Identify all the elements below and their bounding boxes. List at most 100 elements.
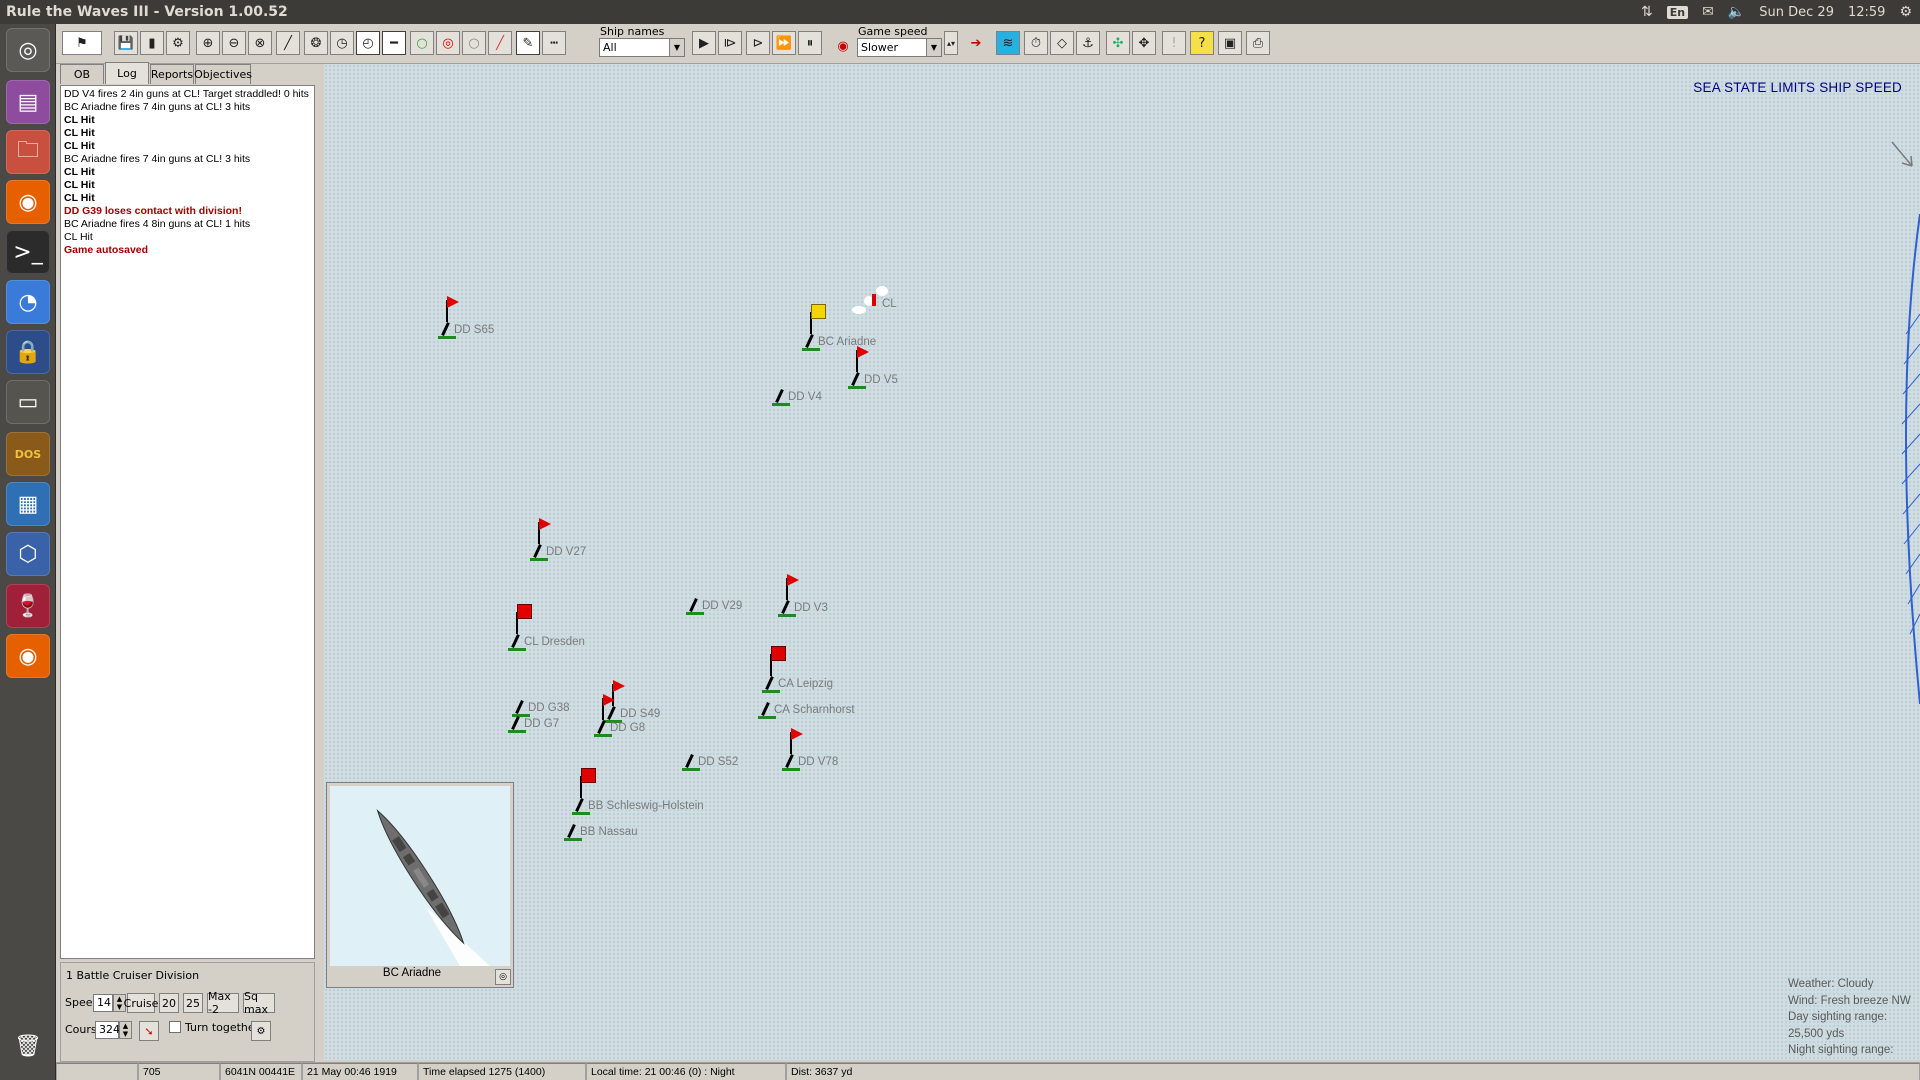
speed-input[interactable]: 14 [93, 994, 113, 1012]
formation-icon[interactable]: ✣ [1106, 31, 1130, 55]
dosbox-icon[interactable]: DOS [6, 432, 50, 476]
app-launcher-purple-icon[interactable]: ▤ [6, 80, 50, 124]
window-app-icon[interactable]: ▭ [6, 380, 50, 424]
anchor-icon[interactable]: ⚓ [1076, 31, 1100, 55]
report-icon[interactable]: ▣ [1218, 31, 1242, 55]
log-line: CL Hit [64, 166, 95, 178]
lock-icon[interactable]: 🔒 [6, 330, 50, 374]
weather-day-range: Day sighting range: 25,500 yds [1788, 1011, 1888, 1040]
battle-log[interactable]: DD V4 fires 2 4in guns at CL! Target str… [60, 85, 315, 959]
weather-night-range: Night sighting range: 4,000 yds [1788, 1044, 1894, 1056]
time-icon[interactable]: ◴ [356, 31, 380, 55]
green-circle-icon[interactable]: ○ [410, 31, 434, 55]
keyboard-language-indicator[interactable]: En [1666, 5, 1689, 19]
tab-objectives[interactable]: Objectives [194, 64, 252, 84]
weather-wind: Wind: Fresh breeze NW [1788, 994, 1911, 1007]
fast-forward-icon[interactable]: ⏩ [772, 31, 796, 55]
measure-icon[interactable]: ╱ [276, 31, 300, 55]
ship-icon [685, 754, 694, 768]
ship-wake [508, 648, 526, 651]
pointer-arrow-icon[interactable]: ➘ [139, 1021, 159, 1041]
ship-label: DD V29 [702, 600, 743, 612]
terminal-icon[interactable]: >_ [6, 230, 50, 274]
network-icon[interactable]: ⇅ [1641, 4, 1653, 20]
mail-icon[interactable]: ✉ [1702, 4, 1714, 20]
tab-ob[interactable]: OB [60, 64, 104, 84]
nation-flag-icon[interactable]: ⚑ [62, 31, 102, 55]
tab-log[interactable]: Log [105, 62, 149, 84]
status-cell-position: 6041N 00441E [220, 1063, 302, 1080]
trash-icon[interactable]: 🗑 [6, 1024, 50, 1068]
ship-detail-button[interactable]: ◎ [495, 969, 511, 985]
zoom-in-icon[interactable]: ⊕ [196, 31, 220, 55]
load-icon[interactable]: ▮ [140, 31, 164, 55]
ship-picture-panel: BC Ariadne ◎ [326, 782, 514, 988]
red-square-flag-icon [771, 646, 786, 661]
max-minus-2-button[interactable]: Max -2 [207, 990, 239, 1016]
grey-circle-icon[interactable]: ○ [462, 31, 486, 55]
play-icon[interactable]: ▶ [692, 31, 716, 55]
red-target-icon[interactable]: ◎ [436, 31, 460, 55]
clock-time[interactable]: 12:59 [1848, 5, 1885, 20]
help-icon[interactable]: ? [1190, 31, 1214, 55]
volume-icon[interactable]: 🔈 [1728, 4, 1745, 20]
course-input[interactable]: 324 [95, 1021, 120, 1039]
ship-info-icon[interactable]: ❂ [304, 31, 328, 55]
step-icon[interactable]: ⧐ [718, 31, 742, 55]
save-icon[interactable]: 💾 [114, 31, 138, 55]
firefox-icon[interactable]: ◉ [6, 180, 50, 224]
line-icon[interactable]: ━ [382, 31, 406, 55]
red-arrow-icon[interactable]: ➔ [964, 31, 988, 55]
tab-reports[interactable]: Reports [150, 64, 194, 84]
ship-wake [782, 768, 800, 771]
cruise-button[interactable]: Cruise [124, 993, 158, 1013]
ship-names-value: All [603, 41, 617, 54]
ship-label: DD V27 [546, 546, 587, 558]
red-pennant-flag-icon [857, 346, 869, 358]
course-spinner[interactable]: ▲ ▼ [119, 1021, 132, 1039]
turn-together-label: Turn together [185, 1021, 260, 1034]
zoom-fit-icon[interactable]: ⊗ [248, 31, 272, 55]
play-forward-icon[interactable]: ⊳ [746, 31, 770, 55]
files-icon[interactable]: 🗀 [6, 130, 50, 174]
turn-together-checkbox[interactable] [169, 1021, 181, 1033]
formation-settings-icon[interactable]: ✥ [1132, 31, 1156, 55]
ship-label: DD V78 [798, 756, 839, 768]
settings-icon[interactable]: ⚙ [166, 31, 190, 55]
pencil-icon[interactable]: ✎ [516, 31, 540, 55]
speed-20-button[interactable]: 20 [159, 993, 179, 1013]
log-line: CL Hit [64, 179, 95, 191]
sea-view-icon[interactable]: ≋ [996, 31, 1020, 55]
virtualbox-icon[interactable]: ⬡ [6, 532, 50, 576]
battle-map[interactable]: SEA STATE LIMITS SHIP SPEED CL DD S65 BC … [324, 64, 1920, 1060]
log-line: DD V4 fires 2 4in guns at CL! Target str… [64, 88, 309, 100]
clock-date[interactable]: Sun Dec 29 [1759, 5, 1834, 20]
game-speed-value: Slower [861, 41, 899, 54]
firefox-secondary-icon[interactable]: ◉ [6, 634, 50, 678]
color-app-icon[interactable]: ◔ [6, 280, 50, 324]
zoom-out-icon[interactable]: ⊖ [222, 31, 246, 55]
stopwatch-icon[interactable]: ⏱ [1024, 31, 1048, 55]
settings-wheel-icon[interactable]: ⚙ [251, 1021, 271, 1041]
ship-wake [758, 716, 776, 719]
sq-max-button[interactable]: Sq max [243, 990, 275, 1016]
ship-names-select[interactable]: All ▼ [599, 38, 685, 57]
ship-icon [511, 634, 520, 648]
top-panel: Rule the Waves III - Version 1.00.52 ⇅ E… [0, 0, 1920, 24]
settings-gear-icon[interactable]: ⚙ [1899, 4, 1912, 20]
print-icon[interactable]: ⎙ [1246, 31, 1270, 55]
speed-spinner[interactable]: ▴▾ [944, 31, 958, 55]
ship-wake [564, 838, 582, 841]
dash-home-icon[interactable]: ◎ [6, 28, 50, 72]
cards-icon[interactable]: ◇ [1050, 31, 1074, 55]
red-line-icon[interactable]: ╱ [488, 31, 512, 55]
shell-splash-icon [876, 286, 888, 296]
speed-dial-icon: ◉ [837, 38, 849, 54]
clock-icon[interactable]: ◷ [330, 31, 354, 55]
dotted-line-icon[interactable]: ┅ [542, 31, 566, 55]
pause-icon[interactable]: ⏸ [798, 31, 822, 55]
speed-25-button[interactable]: 25 [183, 993, 203, 1013]
document-writer-icon[interactable]: ▦ [6, 482, 50, 526]
game-speed-select[interactable]: Slower ▼ [857, 38, 942, 57]
wine-glass-icon[interactable]: 🍷 [6, 584, 50, 628]
